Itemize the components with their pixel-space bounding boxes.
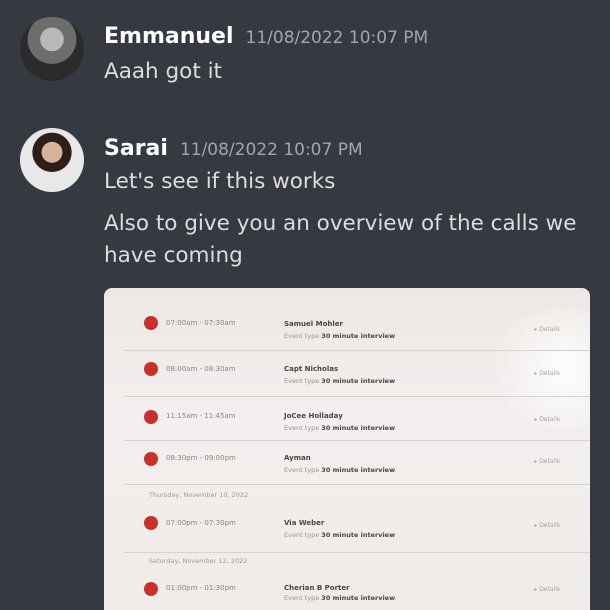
event-type: Event type 30 minute interview: [284, 466, 396, 474]
message-header: Sarai 11/08/2022 10:07 PM: [104, 136, 363, 161]
details-link: ▸ Details: [534, 416, 560, 423]
message-text: have coming: [104, 243, 243, 268]
avatar[interactable]: [20, 17, 84, 81]
details-link: ▸ Details: [534, 458, 560, 465]
event-time: 01:00pm - 01:30pm: [166, 584, 236, 592]
event-dot-icon: [144, 452, 158, 466]
invitee-name: Ayman: [284, 454, 311, 462]
list-item: 01:00pm - 01:30pm Cherian B Porter Event…: [124, 570, 590, 610]
avatar[interactable]: [20, 128, 84, 192]
day-header: Saturday, November 12, 2022: [149, 557, 248, 565]
timestamp: 11/08/2022 10:07 PM: [179, 140, 363, 160]
list-item: 07:00pm - 07:30pm Via Weber Event type 3…: [124, 504, 590, 553]
event-dot-icon: [144, 516, 158, 530]
author-name[interactable]: Sarai: [104, 136, 168, 161]
message-text: Aaah got it: [104, 59, 222, 84]
details-link: ▸ Details: [534, 370, 560, 377]
list-item: 08:30pm - 09:00pm Ayman Event type 30 mi…: [124, 440, 590, 485]
event-time: 07:00pm - 07:30pm: [166, 519, 236, 527]
event-time: 08:00am - 08:30am: [166, 365, 236, 373]
event-dot-icon: [144, 410, 158, 424]
event-dot-icon: [144, 316, 158, 330]
event-time: 08:30pm - 09:00pm: [166, 454, 236, 462]
message-header: Emmanuel 11/08/2022 10:07 PM: [104, 24, 428, 49]
event-type: Event type 30 minute interview: [284, 424, 396, 432]
list-item: 08:00am - 08:30am Capt Nicholas Event ty…: [124, 350, 590, 397]
invitee-name: Via Weber: [284, 519, 325, 527]
invitee-name: Cherian B Porter: [284, 584, 350, 592]
list-item: 11:15am - 11:45am JoCee Holladay Event t…: [124, 396, 590, 441]
event-type: Event type 30 minute interview: [284, 531, 396, 539]
details-link: ▸ Details: [534, 586, 560, 593]
event-time: 11:15am - 11:45am: [166, 412, 236, 420]
event-type: Event type 30 minute interview: [284, 377, 396, 385]
invitee-name: JoCee Holladay: [284, 412, 343, 420]
invitee-name: Capt Nicholas: [284, 365, 339, 373]
event-dot-icon: [144, 362, 158, 376]
details-link: ▸ Details: [534, 326, 560, 333]
author-name[interactable]: Emmanuel: [104, 24, 234, 49]
invitee-name: Samuel Mohler: [284, 320, 343, 328]
image-attachment[interactable]: 07:00am - 07:30am Samuel Mohler Event ty…: [104, 288, 590, 610]
event-time: 07:00am - 07:30am: [166, 319, 236, 327]
message-text: Let's see if this works: [104, 169, 336, 194]
message-text: Also to give you an overview of the call…: [104, 211, 577, 236]
event-type: Event type 30 minute interview: [284, 594, 396, 602]
details-link: ▸ Details: [534, 522, 560, 529]
list-item: 07:00am - 07:30am Samuel Mohler Event ty…: [124, 302, 590, 351]
timestamp: 11/08/2022 10:07 PM: [245, 28, 429, 48]
day-header: Thursday, November 10, 2022: [149, 491, 249, 499]
event-type: Event type 30 minute interview: [284, 332, 396, 340]
event-dot-icon: [144, 582, 158, 596]
